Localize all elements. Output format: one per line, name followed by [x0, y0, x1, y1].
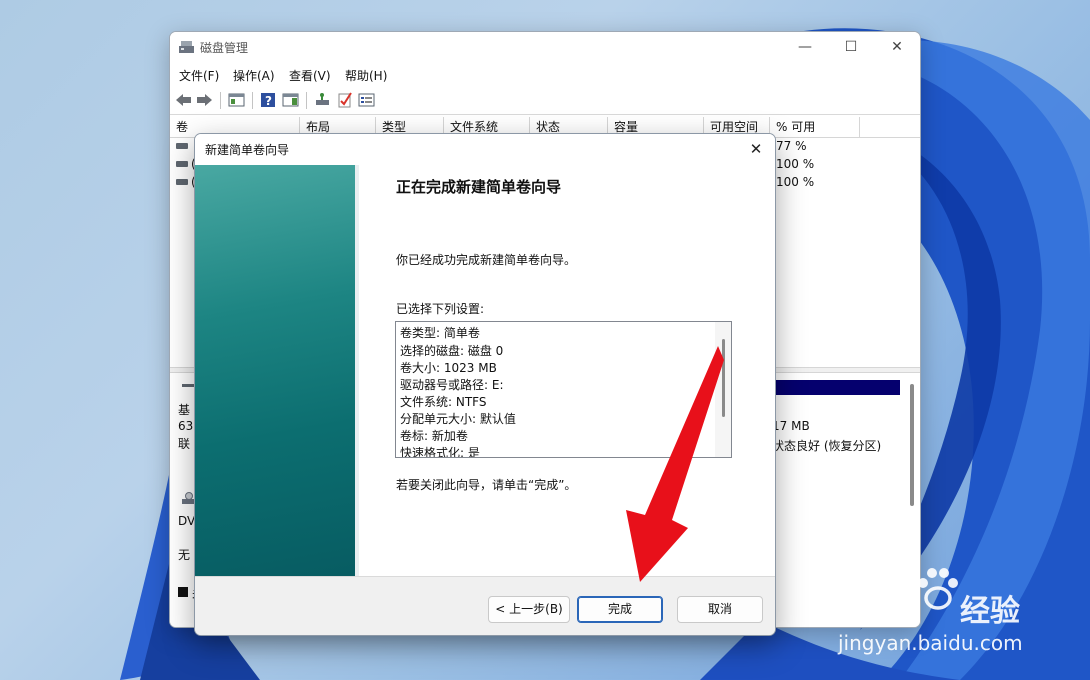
dialog-title: 新建简单卷向导: [205, 143, 290, 157]
setting-line: 卷标: 新加卷: [400, 429, 468, 443]
dialog-button-bar: < 上一步(B) 完成 取消: [195, 576, 775, 635]
watermark-brand: Bai: [836, 580, 904, 624]
properties-pane-icon[interactable]: [282, 92, 299, 108]
drive-icon: [176, 161, 188, 167]
toolbar-separator: [220, 92, 221, 109]
toolbar: ?: [170, 87, 920, 115]
banner-divider: [355, 165, 359, 576]
setting-line: 分配单元大小: 默认值: [400, 412, 516, 426]
setting-line: 选择的磁盘: 磁盘 0: [400, 344, 504, 358]
menu-action[interactable]: 操作(A): [233, 67, 275, 84]
dialog-title-bar: 新建简单卷向导 ✕: [195, 134, 775, 164]
checklist-icon[interactable]: [336, 92, 353, 108]
dialog-close-button[interactable]: ✕: [743, 137, 769, 161]
back-arrow-icon[interactable]: [175, 92, 192, 108]
settings-summary-box[interactable]: 卷类型: 简单卷 选择的磁盘: 磁盘 0 卷大小: 1023 MB 驱动器号或路…: [395, 321, 732, 458]
setting-line: 文件系统: NTFS: [400, 395, 487, 409]
setting-line: 卷大小: 1023 MB: [400, 361, 497, 375]
disk-management-app-icon: [179, 41, 194, 53]
help-icon[interactable]: ?: [260, 92, 277, 108]
disk0-size: 63: [178, 419, 194, 433]
toolbar-separator: [252, 92, 253, 109]
partition-header-bar[interactable]: [772, 380, 900, 395]
menu-file[interactable]: 文件(F): [179, 67, 219, 84]
setting-line: 卷类型: 简单卷: [400, 326, 480, 340]
partition-size: 17 MB: [772, 419, 810, 433]
list-view-icon[interactable]: [358, 92, 375, 108]
svg-text:?: ?: [265, 94, 272, 108]
title-bar: 磁盘管理 — ☐ ✕: [170, 32, 920, 62]
wizard-heading: 正在完成新建简单卷向导: [396, 178, 562, 196]
setting-line: 驱动器号或路径: E:: [400, 378, 504, 392]
legend-unallocated-swatch: [178, 587, 188, 597]
window-title: 磁盘管理: [200, 41, 249, 55]
disk0-label: 基: [178, 403, 191, 417]
drive-icon: [176, 143, 188, 149]
menu-bar: 文件(F) 操作(A) 查看(V) 帮助(H): [170, 62, 920, 86]
watermark-url: jingyan.baidu.com: [838, 631, 1023, 655]
settings-label: 已选择下列设置:: [396, 302, 485, 316]
new-simple-volume-wizard: 新建简单卷向导 ✕ 正在完成新建简单卷向导 你已经成功完成新建简单卷向导。 已选…: [194, 133, 776, 636]
finish-button[interactable]: 完成: [577, 596, 663, 623]
baidu-paw-logo: [918, 568, 958, 610]
dvd-status: 无: [178, 548, 191, 562]
cancel-button[interactable]: 取消: [677, 596, 763, 623]
close-button[interactable]: ✕: [874, 34, 920, 60]
setting-line: 快速格式化: 是: [400, 446, 480, 458]
menu-help[interactable]: 帮助(H): [345, 67, 387, 84]
back-button[interactable]: < 上一步(B): [488, 596, 570, 623]
menu-view[interactable]: 查看(V): [289, 67, 331, 84]
partition-status: 状态良好 (恢复分区): [772, 439, 882, 453]
percent-free-cell: 77 %: [776, 139, 807, 153]
graph-scrollbar[interactable]: [910, 384, 914, 506]
wizard-banner-image: [195, 165, 355, 576]
console-tree-icon[interactable]: [228, 92, 245, 108]
dvd-label: DV: [178, 514, 196, 528]
close-hint-text: 若要关闭此向导，请单击“完成”。: [396, 478, 577, 492]
wizard-intro-text: 你已经成功完成新建简单卷向导。: [396, 253, 577, 267]
watermark-brand-cn: 经验: [960, 594, 1020, 629]
summary-scrollbar-thumb[interactable]: [722, 339, 725, 417]
minimize-button[interactable]: —: [782, 34, 828, 60]
disk0-status: 联: [178, 437, 191, 451]
column-percent-free[interactable]: % 可用: [770, 117, 860, 138]
forward-arrow-icon[interactable]: [196, 92, 213, 108]
connect-disk-icon[interactable]: [314, 92, 331, 108]
percent-free-cell: 100 %: [776, 157, 815, 171]
toolbar-separator: [306, 92, 307, 109]
percent-free-cell: 100 %: [776, 175, 815, 189]
maximize-button[interactable]: ☐: [828, 34, 874, 60]
drive-icon: [176, 179, 188, 185]
